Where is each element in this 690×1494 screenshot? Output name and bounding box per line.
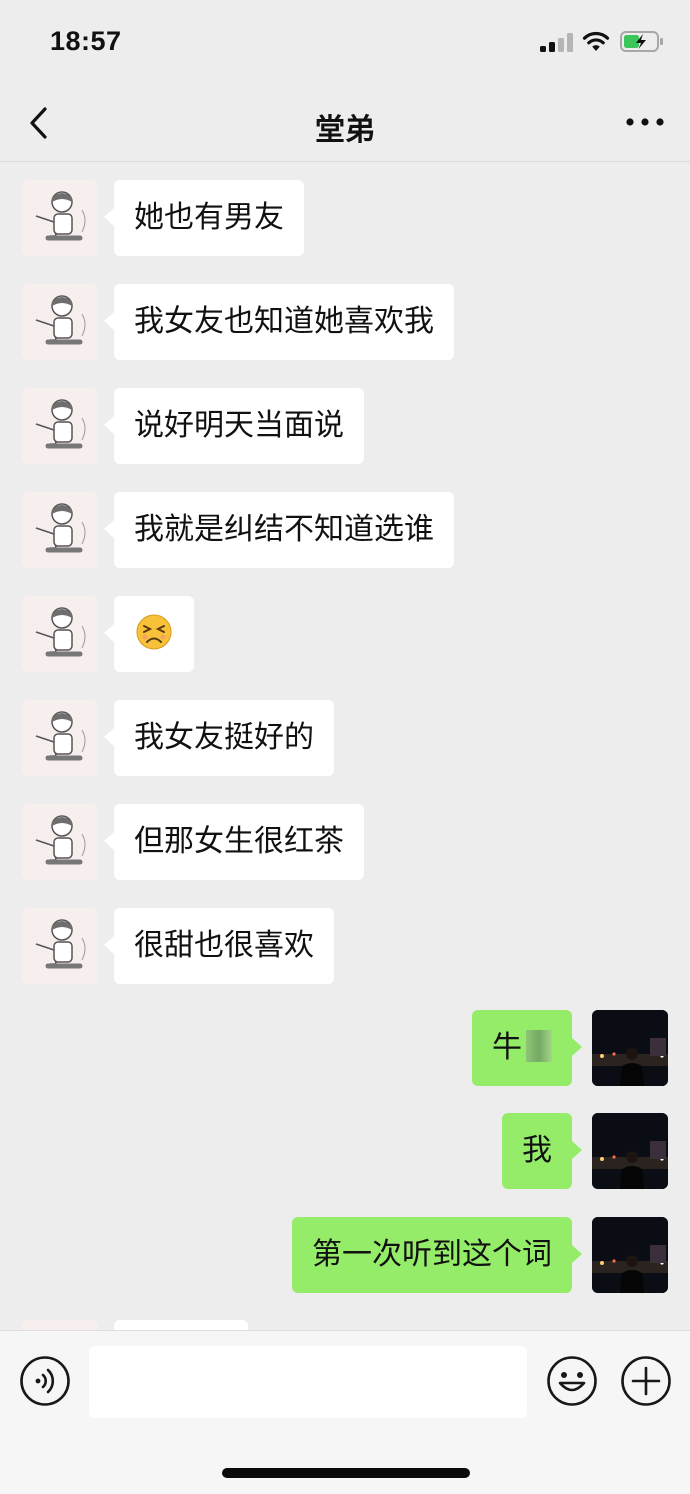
battery-charging-icon	[620, 31, 663, 52]
message-bubble[interactable]: 第一次听到这个词	[292, 1217, 582, 1293]
message-row: 我	[0, 1113, 690, 1189]
message-bubble-partial	[114, 1320, 248, 1330]
message-bubble[interactable]: 我女友挺好的	[104, 700, 334, 776]
contact-avatar[interactable]	[22, 596, 98, 672]
contact-avatar[interactable]	[22, 388, 98, 464]
partial-message-row	[0, 1320, 690, 1330]
voice-input-icon[interactable]	[19, 1355, 71, 1407]
message-row	[0, 596, 690, 672]
status-bar: 18:57	[0, 0, 690, 85]
message-row: 她也有男友	[0, 180, 690, 256]
message-row: 第一次听到这个词	[0, 1217, 690, 1293]
my-avatar[interactable]	[592, 1010, 668, 1086]
message-row: 说好明天当面说	[0, 388, 690, 464]
contact-avatar-partial	[22, 1320, 98, 1330]
message-bubble[interactable]: 但那女生很红茶	[104, 804, 364, 880]
chat-title: 堂弟	[315, 114, 375, 147]
more-options-icon[interactable]	[622, 111, 668, 133]
status-time: 18:57	[50, 26, 122, 56]
message-bubble[interactable]: 她也有男友	[104, 180, 304, 256]
contact-avatar[interactable]	[22, 284, 98, 360]
persevering-face-emoji-icon	[136, 614, 172, 650]
chat-header: 堂弟	[0, 85, 690, 162]
cellular-signal-icon	[540, 32, 574, 52]
contact-avatar[interactable]	[22, 908, 98, 984]
message-bubble[interactable]: 我就是纠结不知道选谁	[104, 492, 454, 568]
message-row: 我就是纠结不知道选谁	[0, 492, 690, 568]
message-input[interactable]	[89, 1346, 527, 1418]
message-list[interactable]: 她也有男友 我女友也知道她喜欢我 说好明天当面说 我就是纠结不知道选谁 我女友挺…	[0, 162, 690, 1330]
contact-avatar[interactable]	[22, 492, 98, 568]
home-indicator[interactable]	[222, 1468, 470, 1478]
my-avatar[interactable]	[592, 1217, 668, 1293]
message-row: 但那女生很红茶	[0, 804, 690, 880]
message-row: 我女友也知道她喜欢我	[0, 284, 690, 360]
message-bubble[interactable]	[104, 596, 194, 672]
message-bubble[interactable]: 说好明天当面说	[104, 388, 364, 464]
contact-avatar[interactable]	[22, 700, 98, 776]
message-bubble[interactable]: 牛	[472, 1010, 582, 1086]
contact-avatar[interactable]	[22, 180, 98, 256]
message-bubble[interactable]: 我	[502, 1113, 582, 1189]
plus-icon[interactable]	[620, 1355, 672, 1407]
wifi-icon	[582, 31, 610, 51]
my-avatar[interactable]	[592, 1113, 668, 1189]
message-row: 很甜也很喜欢	[0, 908, 690, 984]
message-bubble[interactable]: 我女友也知道她喜欢我	[104, 284, 454, 360]
contact-avatar[interactable]	[22, 804, 98, 880]
message-text: 牛	[492, 1031, 522, 1064]
message-row: 牛	[0, 1010, 690, 1086]
emoji-icon[interactable]	[546, 1355, 598, 1407]
message-row: 我女友挺好的	[0, 700, 690, 776]
message-bubble[interactable]: 很甜也很喜欢	[104, 908, 334, 984]
censor-blur	[526, 1030, 552, 1063]
